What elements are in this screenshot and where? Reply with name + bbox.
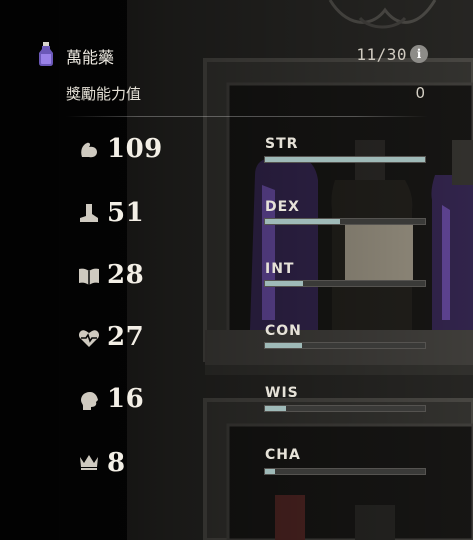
potion-title: 萬能藥 — [66, 48, 115, 67]
stat-bar-int — [264, 280, 426, 287]
stat-value-int: 28 — [107, 260, 145, 290]
stat-bar-fill-con — [265, 343, 302, 348]
stat-label-cha: CHA — [265, 447, 301, 463]
stat-bar-dex — [264, 218, 426, 225]
head-icon — [81, 392, 98, 410]
info-icon[interactable]: i — [410, 45, 428, 63]
crown-icon — [80, 455, 98, 470]
stat-value-dex: 51 — [107, 198, 145, 228]
stat-bar-str — [264, 156, 426, 163]
stat-bar-wis — [264, 405, 426, 412]
stat-value-wis: 16 — [107, 384, 145, 414]
stat-bar-con — [264, 342, 426, 349]
strength-arm-icon — [81, 142, 97, 158]
stat-bar-fill-wis — [265, 406, 286, 411]
stat-bar-fill-int — [265, 281, 304, 286]
stat-row-wis: 16 WIS — [0, 368, 473, 428]
stat-bar-fill-str — [265, 157, 425, 162]
bonus-stat-label: 獎勵能力值 — [66, 85, 142, 103]
stat-value-str: 109 — [107, 134, 163, 164]
stat-value-cha: 8 — [107, 448, 126, 478]
stat-bar-fill-cha — [265, 469, 275, 474]
stat-row-str: 109 STR — [0, 120, 473, 180]
potion-bottle-icon — [39, 42, 53, 66]
book-icon — [79, 268, 99, 285]
boot-icon — [80, 204, 98, 222]
stat-bar-fill-dex — [265, 219, 341, 224]
stat-label-int: INT — [265, 261, 295, 277]
bonus-stat-value: 0 — [415, 84, 425, 102]
stat-label-dex: DEX — [265, 199, 300, 215]
stat-row-cha: 8 CHA — [0, 430, 473, 490]
heart-pulse-icon — [78, 330, 100, 347]
stat-row-int: 28 INT — [0, 244, 473, 304]
stat-row-dex: 51 DEX — [0, 182, 473, 242]
stat-label-con: CON — [265, 323, 302, 339]
stat-label-wis: WIS — [265, 385, 299, 401]
stat-bar-cha — [264, 468, 426, 475]
header-divider — [66, 116, 428, 117]
potion-header: 萬能藥 11/30 i 獎勵能力值 0 — [0, 0, 473, 118]
stat-label-str: STR — [265, 136, 299, 152]
stat-row-con: 27 CON — [0, 306, 473, 366]
stat-value-con: 27 — [107, 322, 145, 352]
potion-count: 11/30 — [356, 45, 407, 64]
